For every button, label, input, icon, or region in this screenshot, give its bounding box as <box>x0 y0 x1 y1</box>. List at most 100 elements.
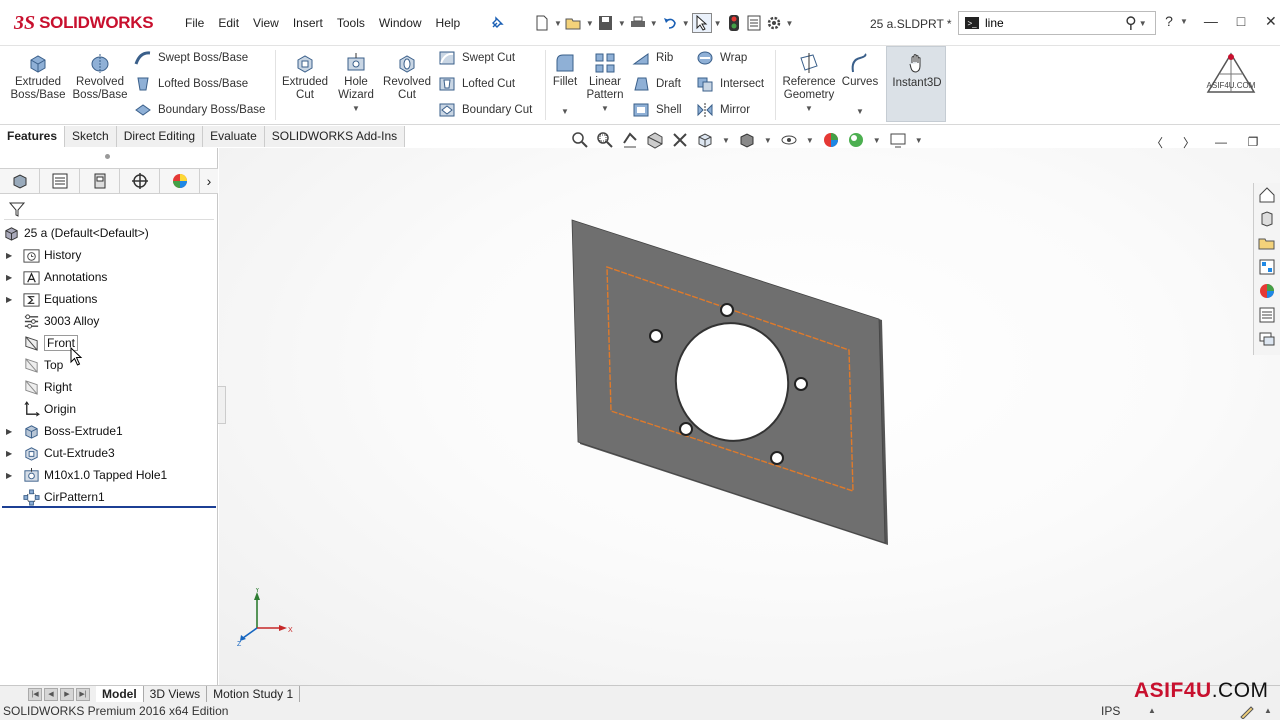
doc-restore-icon[interactable]: ❐ <box>1244 133 1262 151</box>
search-icon[interactable]: ⚲ <box>1125 13 1137 33</box>
hide-show-dropdown-icon[interactable]: ▼ <box>806 136 814 145</box>
hole-wizard-dropdown-icon[interactable]: ▼ <box>352 102 360 115</box>
close-icon[interactable]: ✕ <box>1262 12 1280 30</box>
rollback-bar[interactable] <box>2 506 216 508</box>
view-palette-icon[interactable] <box>1254 255 1280 279</box>
first-tab-icon[interactable]: |◀ <box>28 687 42 701</box>
reference-geometry-button[interactable]: Reference Geometry ▼ <box>780 52 838 115</box>
tree-item-origin[interactable]: Origin <box>0 398 218 420</box>
view-settings-icon[interactable] <box>888 130 908 150</box>
solidworks-resources-icon[interactable] <box>1254 183 1280 207</box>
property-manager-tab-icon[interactable] <box>40 169 80 193</box>
unit-system-indicator[interactable]: IPS <box>1101 704 1120 718</box>
bolt-hole[interactable] <box>679 422 693 436</box>
options-gear-icon[interactable] <box>764 13 784 33</box>
doc-minimize-icon[interactable]: — <box>1212 133 1230 151</box>
fillet-dropdown-icon[interactable]: ▼ <box>561 105 569 118</box>
tree-item-tapped-hole1[interactable]: ▶ M10x1.0 Tapped Hole1 <box>0 464 218 486</box>
sheet-metal-plate-model[interactable] <box>569 218 909 553</box>
units-dropdown-icon[interactable]: ▲ <box>1148 706 1156 715</box>
minimize-icon[interactable]: — <box>1202 12 1220 30</box>
linear-pattern-button[interactable]: Linear Pattern ▼ <box>584 52 626 115</box>
zoom-to-area-icon[interactable] <box>595 130 615 150</box>
curves-button[interactable]: Curves ▼ <box>840 52 880 118</box>
boundary-boss-button[interactable]: Boundary Boss/Base <box>134 101 265 119</box>
extruded-cut-button[interactable]: Extruded Cut <box>280 52 330 102</box>
select-dropdown-icon[interactable]: ▼ <box>714 19 722 28</box>
linear-pattern-dropdown-icon[interactable]: ▼ <box>601 102 609 115</box>
menu-insert[interactable]: Insert <box>286 14 330 32</box>
bolt-hole[interactable] <box>649 329 663 343</box>
search-input[interactable] <box>985 16 1125 30</box>
bolt-hole[interactable] <box>720 303 734 317</box>
new-dropdown-icon[interactable]: ▼ <box>554 19 562 28</box>
search-commands-box[interactable]: >_ ⚲ ▼ <box>958 11 1156 35</box>
revolved-boss-button[interactable]: Revolved Boss/Base <box>70 52 130 102</box>
curves-dropdown-icon[interactable]: ▼ <box>856 105 864 118</box>
view-orientation-dropdown-icon[interactable]: ▼ <box>722 136 730 145</box>
fillet-button[interactable]: Fillet ▼ <box>548 52 582 118</box>
tree-item-cirpattern1[interactable]: CirPattern1 <box>0 486 218 508</box>
shell-button[interactable]: Shell <box>632 101 682 119</box>
panel-drag-handle[interactable] <box>105 154 110 159</box>
undo-icon[interactable] <box>660 13 680 33</box>
tree-item-equations[interactable]: ▶ Equations <box>0 288 218 310</box>
swept-boss-button[interactable]: Swept Boss/Base <box>134 49 248 67</box>
apply-scene-icon[interactable] <box>846 130 866 150</box>
options-dropdown-icon[interactable]: ▼ <box>786 19 794 28</box>
view-orientation-icon[interactable] <box>695 130 715 150</box>
graphics-area[interactable]: Y X Z <box>219 148 1280 685</box>
tree-item-material[interactable]: 3003 Alloy <box>0 310 218 332</box>
tree-item-top-plane[interactable]: Top <box>0 354 218 376</box>
solidworks-forum-icon[interactable] <box>1254 327 1280 351</box>
edit-appearance-icon[interactable] <box>821 130 841 150</box>
collapse-left-icon[interactable]: 〈 <box>1148 133 1166 151</box>
previous-view-icon[interactable] <box>620 130 640 150</box>
draft-button[interactable]: Draft <box>632 75 681 93</box>
expand-arrow-icon[interactable]: ▶ <box>6 449 16 458</box>
configuration-manager-tab-icon[interactable] <box>80 169 120 193</box>
section-view-icon[interactable] <box>645 130 665 150</box>
undo-dropdown-icon[interactable]: ▼ <box>682 19 690 28</box>
solidworks-logo[interactable]: 3S SOLIDWORKS <box>14 8 154 38</box>
apply-scene-dropdown-icon[interactable]: ▼ <box>873 136 881 145</box>
tab-3d-views[interactable]: 3D Views <box>144 686 208 702</box>
print-icon[interactable] <box>628 13 648 33</box>
hide-show-items-icon[interactable] <box>779 130 799 150</box>
wrap-button[interactable]: Wrap <box>696 49 747 67</box>
menu-view[interactable]: View <box>246 14 286 32</box>
expand-arrow-icon[interactable]: ▶ <box>6 427 16 436</box>
menu-edit[interactable]: Edit <box>211 14 246 32</box>
save-icon[interactable] <box>596 13 616 33</box>
tab-features[interactable]: Features <box>0 126 66 147</box>
instant3d-button[interactable]: Instant3D <box>886 46 946 122</box>
panel-splitter[interactable] <box>218 386 226 424</box>
zoom-to-fit-icon[interactable] <box>570 130 590 150</box>
save-dropdown-icon[interactable]: ▼ <box>618 19 626 28</box>
lofted-boss-button[interactable]: Lofted Boss/Base <box>134 75 248 93</box>
design-library-icon[interactable] <box>1254 207 1280 231</box>
last-tab-icon[interactable]: ▶| <box>76 687 90 701</box>
intersect-button[interactable]: Intersect <box>696 75 764 93</box>
search-dropdown-icon[interactable]: ▼ <box>1139 19 1147 28</box>
menu-file[interactable]: File <box>178 14 211 32</box>
tree-item-right-plane[interactable]: Right <box>0 376 218 398</box>
menu-tools[interactable]: Tools <box>330 14 372 32</box>
rebuild-icon[interactable] <box>724 13 744 33</box>
dimxpert-manager-tab-icon[interactable] <box>120 169 160 193</box>
feature-tree-filter[interactable] <box>4 198 214 220</box>
tree-item-cut-extrude3[interactable]: ▶ Cut-Extrude3 <box>0 442 218 464</box>
hole-wizard-button[interactable]: Hole Wizard ▼ <box>332 52 380 115</box>
custom-properties-icon[interactable] <box>1254 303 1280 327</box>
expand-arrow-icon[interactable]: ▶ <box>6 295 16 304</box>
new-document-icon[interactable] <box>532 13 552 33</box>
tree-item-boss-extrude1[interactable]: ▶ Boss-Extrude1 <box>0 420 218 442</box>
extruded-boss-button[interactable]: Extruded Boss/Base <box>8 52 68 102</box>
menu-help[interactable]: Help <box>429 14 468 32</box>
open-document-icon[interactable] <box>564 13 584 33</box>
tree-root-part[interactable]: 25 a (Default<Default>) <box>0 222 218 244</box>
file-explorer-icon[interactable] <box>1254 231 1280 255</box>
view-settings-dropdown-icon[interactable]: ▼ <box>915 136 923 145</box>
expand-arrow-icon[interactable]: ▶ <box>6 273 16 282</box>
tab-model[interactable]: Model <box>96 686 144 702</box>
